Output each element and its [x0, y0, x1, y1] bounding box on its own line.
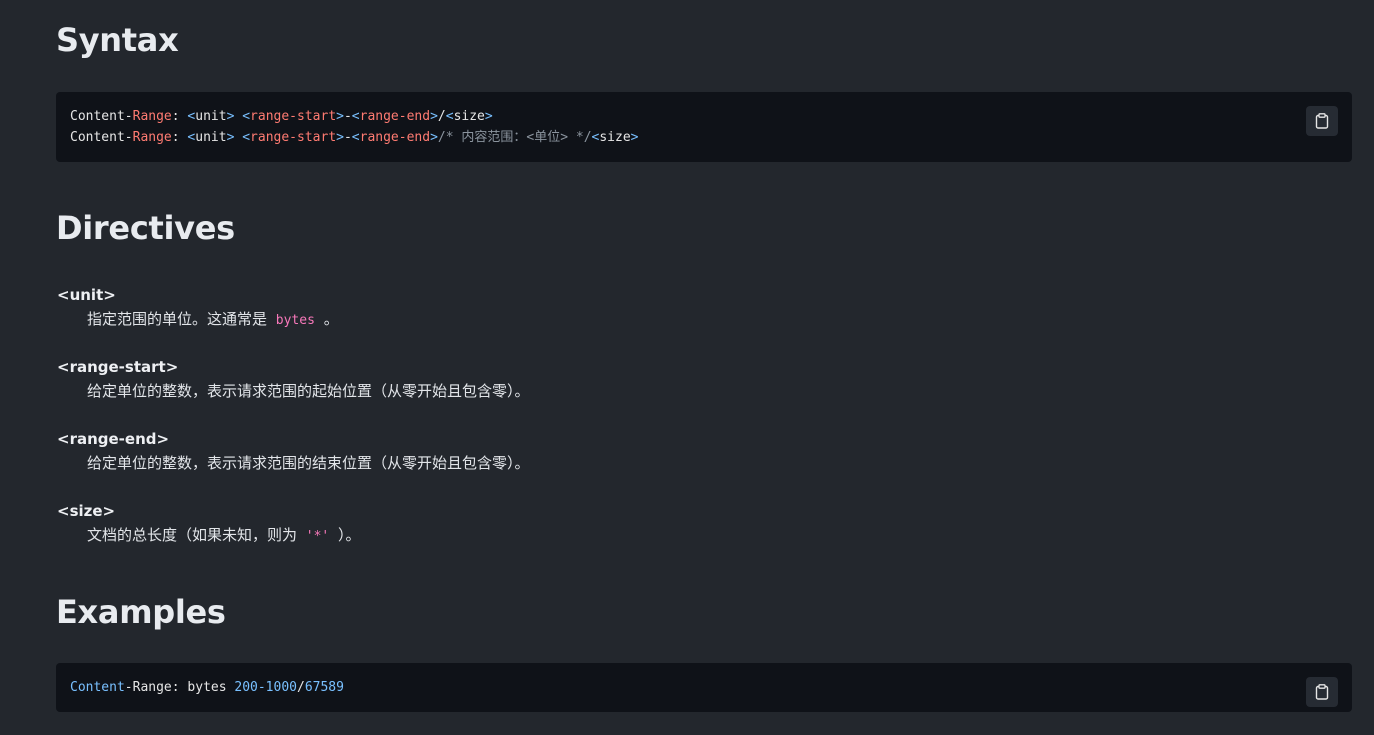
code-token: < [351, 109, 360, 124]
code-token: > [336, 130, 344, 145]
directive-description: 指定范围的单位。这通常是 bytes 。 [87, 306, 339, 334]
page: Syntax Content-Range: <unit> <range-star… [0, 0, 1374, 735]
code-token: 200-1000 [234, 680, 297, 695]
directive-description-text: 文档的总长度（如果未知，则为 [87, 526, 302, 544]
code-line: Content-Range: <unit> <range-start>-<ran… [70, 106, 1338, 127]
code-token: size [599, 130, 631, 145]
code-token: range-start [250, 109, 337, 124]
code-token: unit [195, 130, 227, 145]
directive-description-text: 给定单位的整数，表示请求范围的结束位置（从零开始且包含零）。 [87, 454, 530, 472]
syntax-code-block: Content-Range: <unit> <range-start>-<ran… [56, 92, 1352, 162]
clipboard-icon [1315, 684, 1329, 700]
code-token: < [242, 130, 251, 145]
code-line: Content-Range: bytes 200-1000/67589 [70, 677, 1338, 698]
examples-code-block: Content-Range: bytes 200-1000/67589 [56, 663, 1352, 712]
code-token: > [336, 109, 344, 124]
copy-button[interactable] [1306, 106, 1338, 136]
clipboard-icon [1315, 113, 1329, 129]
directive-item: <unit> 指定范围的单位。这通常是 bytes 。 [57, 284, 339, 334]
code-token: / [437, 109, 446, 124]
code-token: 67589 [304, 680, 344, 695]
directive-description-text: ）。 [333, 526, 361, 544]
directive-description-text: 给定单位的整数，表示请求范围的起始位置（从零开始且包含零）。 [87, 382, 530, 400]
directive-item: <size> 文档的总长度（如果未知，则为 '*' ）。 [57, 500, 361, 550]
code-token: Content [70, 680, 125, 695]
code-token: > [430, 130, 438, 145]
code-token: Content- [70, 109, 133, 124]
directive-term: <range-end> [57, 430, 170, 448]
code-token: - [343, 130, 352, 145]
inline-code: '*' [305, 529, 330, 544]
code-token: Range [132, 130, 172, 145]
code-line: Content-Range: <unit> <range-start>-<ran… [70, 127, 1338, 148]
directive-item: <range-end> 给定单位的整数，表示请求范围的结束位置（从零开始且包含零）… [57, 428, 530, 476]
examples-code[interactable]: Content-Range: bytes 200-1000/67589 [70, 677, 1338, 698]
directive-term: <size> [57, 502, 116, 520]
code-token: range-end [359, 109, 431, 124]
code-token: < [242, 109, 251, 124]
code-token: size [453, 109, 485, 124]
directive-term: <range-start> [57, 358, 179, 376]
code-token: Content- [70, 130, 133, 145]
directive-description: 给定单位的整数，表示请求范围的起始位置（从零开始且包含零）。 [87, 378, 530, 404]
directive-description: 给定单位的整数，表示请求范围的结束位置（从零开始且包含零）。 [87, 450, 530, 476]
code-token: / [297, 680, 305, 695]
code-token: < [351, 130, 360, 145]
code-token: - [343, 109, 352, 124]
directive-term: <unit> [57, 286, 116, 304]
code-token: < [445, 109, 454, 124]
directive-description: 文档的总长度（如果未知，则为 '*' ）。 [87, 522, 361, 550]
syntax-heading: Syntax [56, 21, 179, 59]
code-token: : [171, 130, 188, 145]
directive-description-text: 指定范围的单位。这通常是 [87, 310, 272, 328]
code-token: -Range: bytes [124, 680, 235, 695]
code-token: > [430, 109, 438, 124]
directive-item: <range-start> 给定单位的整数，表示请求范围的起始位置（从零开始且包含… [57, 356, 530, 404]
code-token: unit [195, 109, 227, 124]
code-token: > [484, 109, 493, 124]
code-token: Range [132, 109, 172, 124]
code-token: : [171, 109, 188, 124]
directive-description-text: 。 [318, 310, 339, 328]
code-token: range-end [359, 130, 431, 145]
directives-heading: Directives [56, 209, 235, 247]
code-token: range-start [250, 130, 337, 145]
examples-heading: Examples [56, 593, 226, 631]
code-token: /* 内容范围：<单位> */ [437, 130, 592, 145]
inline-code: bytes [275, 313, 315, 328]
copy-button[interactable] [1306, 677, 1338, 707]
code-token: > [630, 130, 639, 145]
syntax-code[interactable]: Content-Range: <unit> <range-start>-<ran… [70, 106, 1338, 148]
